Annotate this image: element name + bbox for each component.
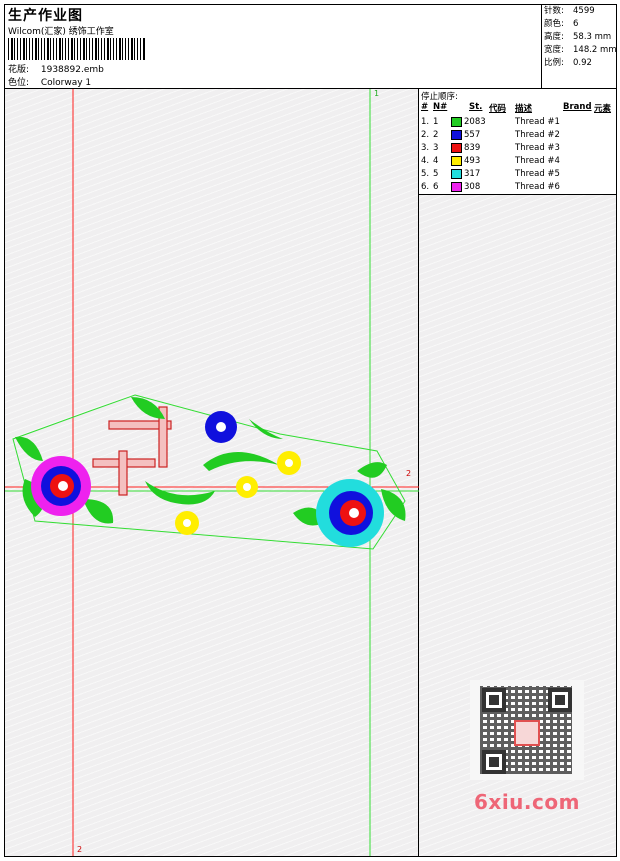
stop-sequence-panel: 停止顺序: # N# St. 代码 描述 Brand 元素 1. 1 2083 Thr… (419, 89, 616, 195)
color-swatch (451, 156, 462, 166)
design-stats: 针数: 4599 颜色: 6 高度: 58.3 mm 宽度: 148.2 mm 比例: 0… (543, 5, 617, 88)
page-title: 生产作业图 (8, 8, 83, 24)
row-stitches: 557 (464, 130, 481, 140)
row-index: 4. (421, 156, 430, 166)
row-stitches: 308 (464, 182, 481, 192)
row-description: Thread #3 (515, 143, 560, 153)
col-element: 元素 (594, 104, 612, 114)
header: 生产作业图 Wilcom(汇家) 绣饰工作室 花版: 1938892.emb 色… (5, 5, 617, 89)
row-needle: 1 (433, 117, 439, 127)
row-needle: 5 (433, 169, 439, 179)
color-swatch (451, 169, 462, 179)
row-index: 5. (421, 169, 430, 179)
flower-left-eye (58, 481, 68, 491)
row-stitches: 493 (464, 156, 481, 166)
vine-lower (145, 481, 215, 505)
row-index: 3. (421, 143, 430, 153)
col-brand: Brand (563, 102, 592, 112)
row-needle: 2 (433, 130, 439, 140)
embroidery-design (5, 89, 419, 856)
flower-right-eye (349, 508, 359, 518)
stat-height: 高度: 58.3 mm (544, 32, 612, 42)
row-needle: 4 (433, 156, 439, 166)
flower-yellow-1 (277, 451, 301, 475)
stop-sequence-row: 2. 2 557 Thread #2 (421, 129, 616, 142)
qr-finder-1 (482, 688, 506, 712)
row-description: Thread #5 (515, 169, 560, 179)
flower-yellow-3 (175, 511, 199, 535)
stop-sequence-row: 4. 4 493 Thread #4 (421, 155, 616, 168)
leaf-left-1 (15, 436, 43, 461)
design-canvas: 1 2 2 (5, 89, 419, 856)
leaf-right-2 (381, 489, 406, 521)
col-description: 描述 (515, 104, 533, 114)
qr-seal (514, 720, 540, 746)
qr-finder-2 (548, 688, 572, 712)
row-index: 2. (421, 130, 430, 140)
stat-width: 宽度: 148.2 mm (544, 45, 617, 55)
row-description: Thread #2 (515, 130, 560, 140)
row-description: Thread #6 (515, 182, 560, 192)
col-needle: N# (433, 102, 448, 112)
stat-colors: 颜色: 6 (544, 19, 579, 29)
design-file: 花版: 1938892.emb (8, 62, 104, 75)
design-file-label: 花版: (8, 65, 30, 75)
stop-sequence-title: 停止顺序: (421, 92, 458, 102)
barcode (8, 38, 146, 60)
company-name: Wilcom(汇家) 绣饰工作室 (8, 27, 114, 37)
leaf-mid (249, 419, 283, 439)
guide-label-green-top: 1 (374, 89, 380, 98)
row-index: 1. (421, 117, 430, 127)
colorway-value: Colorway 1 (40, 78, 92, 88)
row-description: Thread #4 (515, 156, 560, 166)
stop-sequence-row: 1. 1 2083 Thread #1 (421, 116, 616, 129)
row-stitches: 2083 (464, 117, 486, 127)
header-info: 生产作业图 Wilcom(汇家) 绣饰工作室 花版: 1938892.emb 色… (5, 5, 542, 88)
row-description: Thread #1 (515, 117, 560, 127)
color-swatch (451, 130, 462, 140)
stop-sequence-header: # N# St. 代码 描述 Brand 元素 (421, 102, 616, 114)
flower-blue (205, 411, 237, 443)
col-index: # (421, 102, 429, 112)
leaf-right-1 (357, 462, 387, 478)
row-index: 6. (421, 182, 430, 192)
row-needle: 6 (433, 182, 439, 192)
stop-sequence-row: 5. 5 317 Thread #5 (421, 168, 616, 181)
row-stitches: 839 (464, 143, 481, 153)
stop-sequence-row: 6. 6 308 Thread #6 (421, 181, 616, 194)
col-stitches: St. (469, 102, 483, 112)
guide-label-red-bottom: 2 (77, 845, 83, 854)
row-stitches: 317 (464, 169, 481, 179)
color-swatch (451, 117, 462, 127)
color-swatch (451, 182, 462, 192)
colorway-label: 色位: (8, 78, 30, 88)
row-needle: 3 (433, 143, 439, 153)
cross-small (92, 450, 156, 496)
design-file-value: 1938892.emb (40, 65, 104, 75)
guide-label-red-right: 2 (406, 469, 412, 478)
qr-code (470, 680, 584, 780)
qr-finder-3 (482, 750, 506, 774)
colorway: 色位: Colorway 1 (8, 75, 91, 88)
stat-stitches: 针数: 4599 (544, 6, 595, 16)
flower-yellow-2 (236, 476, 258, 498)
watermark: 6xiu.com (474, 790, 580, 814)
col-code: 代码 (489, 104, 507, 114)
stat-scale: 比例: 0.92 (544, 58, 592, 68)
color-swatch (451, 143, 462, 153)
vine-upper (203, 452, 279, 471)
stop-sequence-row: 3. 3 839 Thread #3 (421, 142, 616, 155)
leaf-left-3 (83, 499, 114, 524)
